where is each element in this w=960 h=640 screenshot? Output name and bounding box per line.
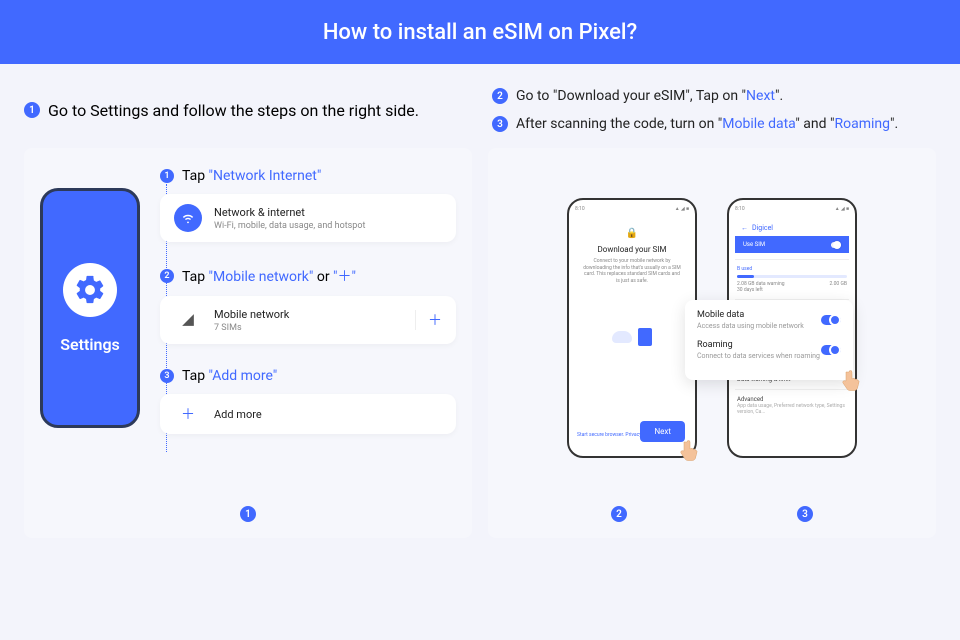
mobile-data-switch[interactable] <box>821 315 841 325</box>
step-badge-3: 3 <box>492 116 508 132</box>
intro-left: 1 Go to Settings and follow the steps on… <box>24 88 468 132</box>
hand-pointer-icon <box>677 440 701 464</box>
hand-pointer-icon <box>839 370 863 394</box>
step-badge-1: 1 <box>24 102 40 118</box>
action-network-internet: "Network Internet" <box>209 168 322 184</box>
panel-footer-left: 1 <box>40 506 456 522</box>
substep-badge-3: 3 <box>160 369 174 383</box>
card-title: Add more <box>214 408 442 421</box>
steps-list: 1 Tap "Network Internet" Network & inter… <box>160 168 456 488</box>
intro-left-text: Go to Settings and follow the steps on t… <box>48 101 419 120</box>
intro-section: 1 Go to Settings and follow the steps on… <box>0 64 960 148</box>
advanced-item[interactable]: Advanced App data usage, Preferred netwo… <box>735 389 849 421</box>
substep-badge-1: 1 <box>160 169 174 183</box>
roaming-sub: Connect to data services when roaming <box>697 352 820 360</box>
use-sim-row[interactable]: Use SIM <box>735 236 849 253</box>
status-icons: ▲ ◢ ■ <box>835 206 849 212</box>
card-sub: Wi-Fi, mobile, data usage, and hotspot <box>214 221 442 231</box>
settings-label: Settings <box>60 335 120 354</box>
file-icon <box>638 328 652 346</box>
download-title: Download your SIM <box>579 245 685 254</box>
footer-badge-1: 1 <box>240 506 256 522</box>
roaming-row[interactable]: Roaming Connect to data services when ro… <box>697 340 841 360</box>
page-title: How to install an eSIM on Pixel? <box>323 20 637 45</box>
intro-text-2: Go to "Download your eSIM", Tap on "Next… <box>516 88 783 104</box>
step-mobile-network: 2 Tap "Mobile network" or "＋" Mobile net… <box>160 266 456 344</box>
intro-text-3: After scanning the code, turn on "Mobile… <box>516 116 898 132</box>
card-title: Network & internet <box>214 206 442 219</box>
page-header: How to install an eSIM on Pixel? <box>0 0 960 64</box>
mobile-data-link: Mobile data <box>722 116 795 132</box>
gear-icon <box>63 263 117 317</box>
cloud-icon <box>612 331 632 343</box>
card-sub: 7 SIMs <box>214 323 399 333</box>
action-plus: "＋" <box>333 269 356 285</box>
plus-icon[interactable]: ＋ <box>415 310 442 330</box>
intro-item-2: 2 Go to "Download your eSIM", Tap on "Ne… <box>492 88 936 104</box>
plus-icon: ＋ <box>174 404 202 424</box>
mobile-data-row[interactable]: Mobile data Access data using mobile net… <box>697 310 841 330</box>
roaming-switch[interactable] <box>821 345 841 355</box>
card-network-internet[interactable]: Network & internet Wi-Fi, mobile, data u… <box>160 194 456 242</box>
signal-icon <box>174 306 202 334</box>
card-mobile-network[interactable]: Mobile network 7 SIMs ＋ <box>160 296 456 344</box>
panels: Settings 1 Tap "Network Internet" Networ… <box>0 148 960 562</box>
status-bar: 8:10 ▲ ◢ ■ <box>575 206 689 212</box>
panel-left: Settings 1 Tap "Network Internet" Networ… <box>24 148 472 538</box>
action-add-more: "Add more" <box>209 368 278 384</box>
step-add-more: 3 Tap "Add more" ＋ Add more <box>160 368 456 434</box>
panel-right: 8:10 ▲ ◢ ■ 🔒 Download your SIM Connect t… <box>488 148 936 538</box>
phone-download-sim: 8:10 ▲ ◢ ■ 🔒 Download your SIM Connect t… <box>567 198 697 458</box>
status-bar: 8:10 ▲ ◢ ■ <box>735 206 849 212</box>
usage-block: B used 2.08 GB data warning 2.00 GB 30 d… <box>735 260 849 299</box>
footer-badge-3: 3 <box>797 506 813 522</box>
step-badge-2: 2 <box>492 88 508 104</box>
step-network-internet: 1 Tap "Network Internet" Network & inter… <box>160 168 456 242</box>
wifi-icon <box>174 204 202 232</box>
substep-badge-2: 2 <box>160 269 174 283</box>
toggle-icon <box>831 242 841 248</box>
status-icons: ▲ ◢ ■ <box>675 206 689 212</box>
card-add-more[interactable]: ＋ Add more <box>160 394 456 434</box>
intro-right: 2 Go to "Download your eSIM", Tap on "Ne… <box>492 88 936 132</box>
usage-bar <box>737 275 847 278</box>
footer-badge-2: 2 <box>611 506 627 522</box>
panel-footer-right: 2 3 <box>504 506 920 522</box>
roaming-title: Roaming <box>697 340 820 350</box>
download-desc: Connect to your mobile network by downlo… <box>579 258 685 284</box>
next-link: Next <box>746 88 775 104</box>
mobile-data-sub: Access data using mobile network <box>697 322 804 330</box>
card-title: Mobile network <box>214 308 399 321</box>
phone-data-settings: 8:10 ▲ ◢ ■ Digicel Use SIM B used <box>727 198 857 458</box>
mobile-data-title: Mobile data <box>697 310 804 320</box>
toggles-popup: Mobile data Access data using mobile net… <box>685 300 853 380</box>
settings-phone: Settings <box>40 188 140 428</box>
intro-item-3: 3 After scanning the code, turn on "Mobi… <box>492 116 936 132</box>
lock-icon: 🔒 <box>579 228 685 239</box>
action-mobile-network: "Mobile network" <box>209 269 314 285</box>
roaming-link: Roaming <box>834 116 890 132</box>
download-graphic <box>602 322 662 352</box>
next-button[interactable]: Next <box>640 421 685 442</box>
carrier-name: Digicel <box>741 224 843 232</box>
